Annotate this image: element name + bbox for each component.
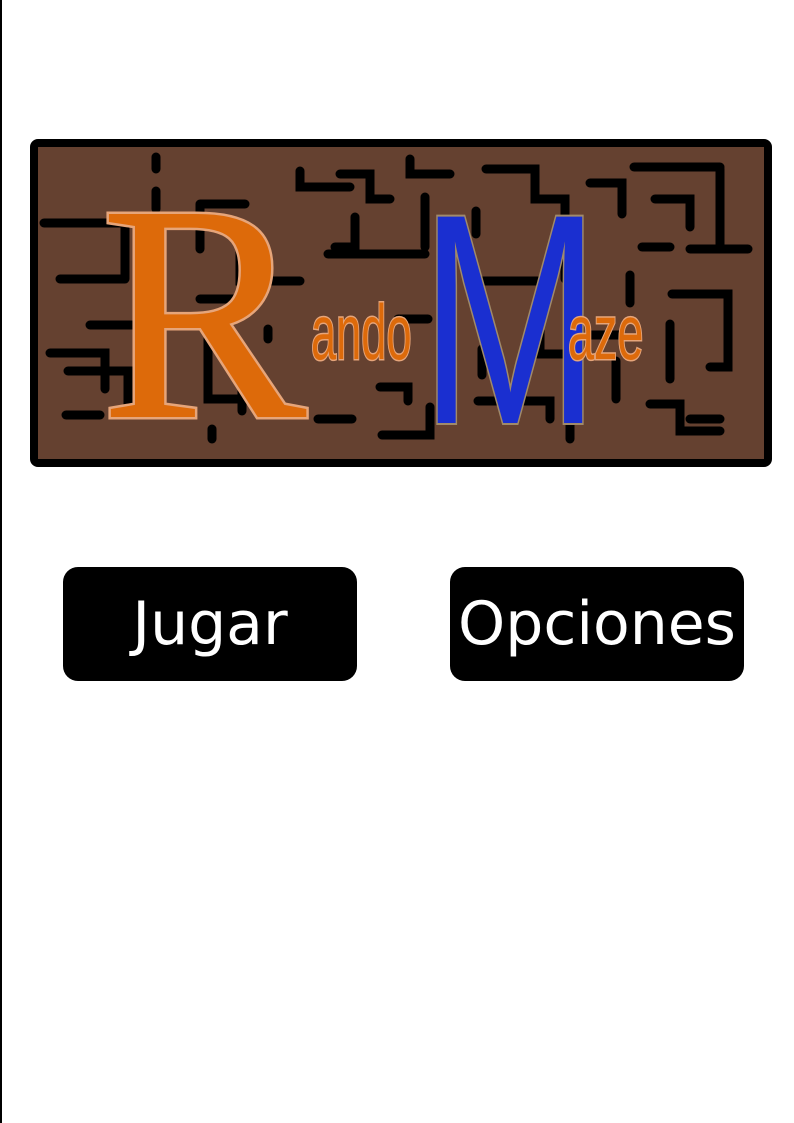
options-button[interactable]: Opciones (450, 567, 744, 681)
page-left-edge (0, 0, 2, 1123)
logo-word-aze: aze (568, 289, 643, 376)
play-button[interactable]: Jugar (63, 567, 357, 681)
logo-canvas: R ando M aze (30, 139, 772, 467)
logo-word-ando: ando (311, 288, 412, 376)
rando-maze-logo: R ando M aze (30, 139, 772, 467)
logo-letter-r: R (100, 142, 308, 467)
